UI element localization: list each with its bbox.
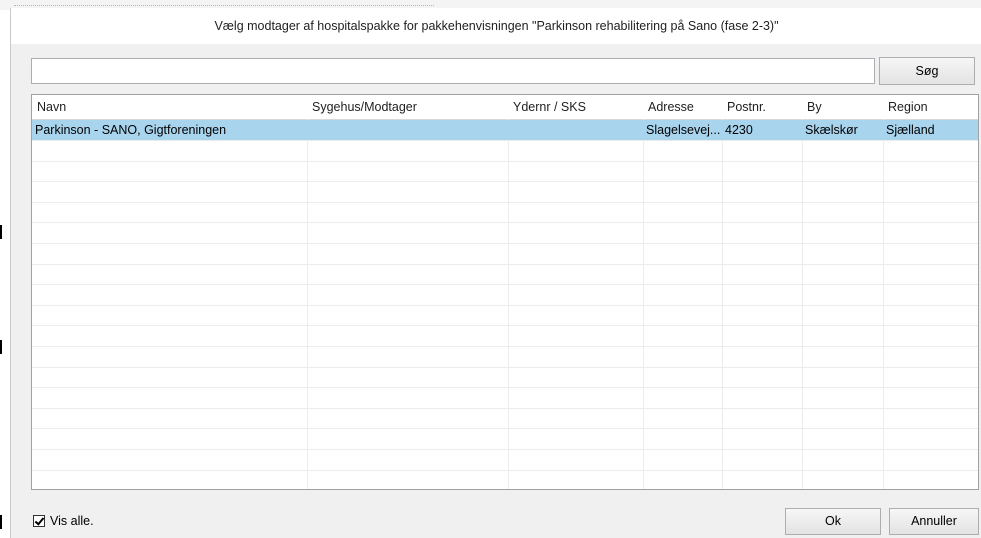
empty-table-row xyxy=(32,429,978,450)
empty-table-row xyxy=(32,305,978,327)
column-header-navn[interactable]: Navn xyxy=(32,95,307,119)
empty-table-row xyxy=(32,470,978,489)
table-row[interactable]: Parkinson - SANO, Gigtforeningen Slagels… xyxy=(32,120,978,141)
column-header-postnr[interactable]: Postnr. xyxy=(722,95,802,119)
cell-by: Skælskør xyxy=(805,123,858,137)
empty-table-row xyxy=(32,388,978,409)
cell-postnr: 4230 xyxy=(725,123,753,137)
empty-table-row xyxy=(32,202,978,224)
column-header-region[interactable]: Region xyxy=(883,95,978,119)
empty-table-row xyxy=(32,223,978,244)
column-header-adresse[interactable]: Adresse xyxy=(643,95,722,119)
column-header-by[interactable]: By xyxy=(802,95,883,119)
empty-table-row xyxy=(32,264,978,286)
empty-table-row xyxy=(32,182,978,203)
cell-adresse: Slagelsevej... xyxy=(646,123,721,137)
empty-table-row xyxy=(32,450,978,471)
empty-table-row xyxy=(32,285,978,306)
empty-table-row xyxy=(32,141,978,162)
empty-table-row xyxy=(32,367,978,389)
cancel-button[interactable]: Annuller xyxy=(889,508,979,535)
dialog-title: Vælg modtager af hospitalspakke for pakk… xyxy=(11,8,981,44)
empty-table-row xyxy=(32,161,978,183)
search-button[interactable]: Søg xyxy=(879,57,975,85)
ok-button[interactable]: Ok xyxy=(785,508,881,535)
empty-table-row xyxy=(32,244,978,265)
cell-ydernr xyxy=(508,120,643,140)
column-header-ydernr[interactable]: Ydernr / SKS xyxy=(508,95,643,119)
search-input[interactable] xyxy=(31,58,875,84)
show-all-checkbox[interactable] xyxy=(33,515,45,527)
recipient-table: Navn Sygehus/Modtager Ydernr / SKS Adres… xyxy=(31,94,979,490)
empty-table-row xyxy=(32,326,978,347)
background-breadcrumb xyxy=(14,0,434,6)
empty-table-row xyxy=(32,408,978,430)
cell-navn: Parkinson - SANO, Gigtforeningen xyxy=(35,123,227,137)
show-all-checkbox-group[interactable]: Vis alle. xyxy=(33,513,94,529)
cell-sygehus xyxy=(307,120,508,140)
column-header-sygehus[interactable]: Sygehus/Modtager xyxy=(307,95,508,119)
table-header: Navn Sygehus/Modtager Ydernr / SKS Adres… xyxy=(32,95,978,120)
select-recipient-dialog: Vælg modtager af hospitalspakke for pakk… xyxy=(10,8,981,538)
cell-region: Sjælland xyxy=(886,123,935,137)
empty-table-row xyxy=(32,347,978,368)
show-all-label[interactable]: Vis alle. xyxy=(50,514,94,528)
